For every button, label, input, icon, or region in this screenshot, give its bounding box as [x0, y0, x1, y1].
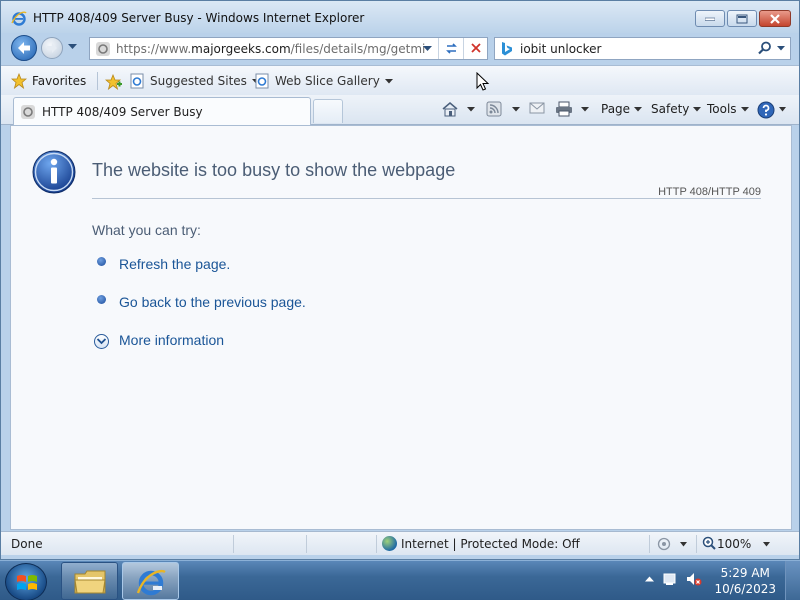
- taskbar: 5:29 AM 10/6/2023: [0, 560, 800, 600]
- add-to-favorites-bar-icon[interactable]: [105, 74, 123, 90]
- tab-label: HTTP 408/409 Server Busy: [42, 104, 203, 119]
- page-favicon-icon: [96, 42, 110, 56]
- safety-menu[interactable]: Safety: [651, 102, 702, 116]
- what-you-can-try-label: What you can try:: [92, 222, 201, 238]
- stop-icon: [471, 43, 481, 53]
- zoom-level[interactable]: 100%: [717, 537, 751, 551]
- chevron-down-icon: [693, 106, 702, 111]
- search-options-dropdown-icon[interactable]: [777, 46, 785, 51]
- taskbar-ie-button[interactable]: [122, 562, 179, 600]
- show-hidden-icons-icon[interactable]: [645, 576, 654, 582]
- feeds-icon[interactable]: [486, 101, 502, 117]
- status-bar: Done Internet | Protected Mode: Off 100%: [1, 531, 799, 555]
- help-icon[interactable]: [757, 101, 775, 119]
- chevron-down-icon[interactable]: [680, 542, 687, 547]
- address-url[interactable]: https://www.majorgeeks.com/files/details…: [116, 42, 426, 56]
- favorites-item-suggested-sites[interactable]: Suggested Sites: [129, 70, 260, 92]
- clock-time: 5:29 AM: [720, 566, 770, 580]
- status-text: Done: [11, 537, 43, 551]
- windows-logo-icon: [17, 575, 37, 590]
- status-separator: [376, 535, 377, 553]
- folder-icon: [74, 570, 106, 594]
- mouse-cursor-icon: [476, 72, 490, 91]
- maximize-button[interactable]: [727, 10, 757, 27]
- ie-page-icon: [130, 73, 144, 89]
- refresh-icon: [446, 43, 457, 54]
- refresh-page-link[interactable]: Refresh the page.: [119, 256, 230, 272]
- status-separator: [306, 535, 307, 553]
- ie-logo-icon: [136, 570, 166, 596]
- expand-chevron-icon[interactable]: [94, 334, 109, 349]
- forward-arrow-icon: [47, 43, 57, 53]
- change-status-bar-settings-icon[interactable]: [656, 537, 672, 551]
- clock-date: 10/6/2023: [714, 582, 776, 596]
- home-icon[interactable]: [441, 101, 459, 118]
- help-dropdown-icon[interactable]: [779, 107, 786, 112]
- zoom-magnifier-icon[interactable]: [702, 536, 716, 550]
- page-title: The website is too busy to show the webp…: [92, 160, 456, 180]
- status-separator: [696, 535, 697, 553]
- bullet-icon: [97, 257, 106, 266]
- more-information-link[interactable]: More information: [119, 332, 224, 348]
- back-arrow-icon: [18, 42, 30, 54]
- error-code: HTTP 408/HTTP 409: [658, 186, 761, 198]
- title-bar[interactable]: HTTP 408/409 Server Busy - Windows Inter…: [1, 1, 799, 33]
- heading-divider: [92, 198, 761, 199]
- navigation-bar: https://www.majorgeeks.com/files/details…: [1, 33, 799, 63]
- minimize-button[interactable]: [695, 10, 725, 27]
- chevron-down-icon: [634, 106, 643, 111]
- zoom-dropdown-icon[interactable]: [763, 542, 770, 547]
- bing-logo-icon: [502, 42, 512, 56]
- feeds-dropdown-icon[interactable]: [512, 107, 520, 112]
- start-button[interactable]: [5, 563, 47, 600]
- address-dropdown-icon[interactable]: [423, 46, 432, 52]
- page-content: The website is too busy to show the webp…: [10, 125, 792, 530]
- read-mail-icon[interactable]: [529, 101, 545, 115]
- forward-button[interactable]: [41, 37, 63, 59]
- action-center-flag-icon[interactable]: [662, 571, 678, 587]
- bullet-icon: [97, 295, 106, 304]
- ie-window: HTTP 408/409 Server Busy - Windows Inter…: [0, 0, 800, 560]
- favorites-star-icon: [11, 73, 27, 89]
- ie-page-icon: [255, 73, 269, 89]
- show-desktop-button[interactable]: [785, 561, 800, 600]
- print-icon[interactable]: [555, 101, 573, 117]
- window-title: HTTP 408/409 Server Busy - Windows Inter…: [33, 11, 365, 25]
- favorites-bar: Favorites Suggested Sites Web Slice Gall…: [1, 65, 799, 95]
- close-window-button[interactable]: [759, 10, 791, 27]
- search-box[interactable]: iobit unlocker: [494, 37, 791, 60]
- favorites-label: Favorites: [32, 74, 87, 88]
- tab-server-busy[interactable]: HTTP 408/409 Server Busy: [13, 97, 311, 125]
- system-clock[interactable]: 5:29 AM 10/6/2023: [714, 565, 776, 597]
- favorites-separator: [97, 72, 98, 90]
- page-favicon-icon: [21, 104, 35, 119]
- go-back-link[interactable]: Go back to the previous page.: [119, 294, 306, 310]
- status-separator: [233, 535, 234, 553]
- tools-menu[interactable]: Tools: [707, 102, 749, 116]
- home-dropdown-icon[interactable]: [467, 107, 475, 112]
- status-separator: [649, 535, 650, 553]
- search-icon[interactable]: [758, 41, 772, 55]
- print-dropdown-icon[interactable]: [581, 107, 589, 112]
- new-tab-button[interactable]: [313, 99, 343, 123]
- volume-muted-icon[interactable]: [686, 571, 702, 587]
- refresh-button[interactable]: [438, 38, 463, 59]
- favorites-item-web-slice-gallery[interactable]: Web Slice Gallery: [254, 70, 393, 92]
- info-icon: [32, 150, 76, 194]
- back-button[interactable]: [11, 35, 37, 61]
- page-menu[interactable]: Page: [601, 102, 643, 116]
- system-tray: [645, 571, 702, 587]
- chevron-down-icon: [384, 78, 393, 83]
- security-zone[interactable]: Internet | Protected Mode: Off: [401, 537, 580, 551]
- favorites-button[interactable]: Favorites: [11, 70, 86, 92]
- ie-logo-icon: [11, 11, 27, 26]
- recent-pages-dropdown-icon[interactable]: [68, 44, 77, 50]
- search-input[interactable]: iobit unlocker: [520, 42, 601, 56]
- chevron-down-icon: [740, 106, 749, 111]
- taskbar-explorer-button[interactable]: [61, 562, 118, 600]
- internet-zone-globe-icon: [382, 536, 397, 551]
- stop-button[interactable]: [463, 38, 487, 59]
- address-bar[interactable]: https://www.majorgeeks.com/files/details…: [89, 37, 488, 60]
- tab-and-command-bar: HTTP 408/409 Server Busy Page Safety Too…: [1, 95, 799, 125]
